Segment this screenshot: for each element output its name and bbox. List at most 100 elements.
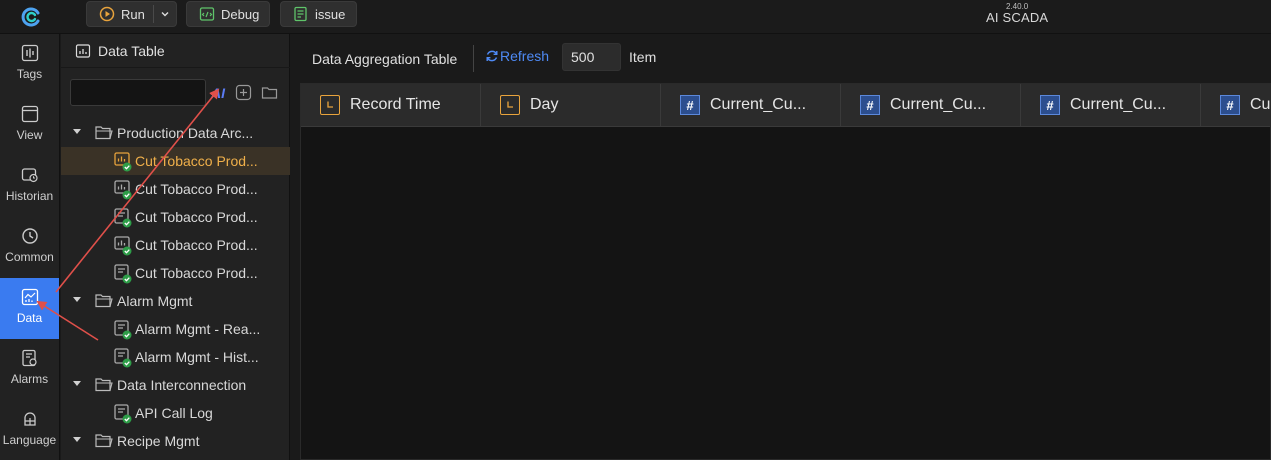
doc-check-icon	[114, 320, 132, 340]
nav-label-data: Data	[16, 311, 43, 325]
tree-leaf-cut-tobacco-3[interactable]: Cut Tobacco Prod...	[61, 203, 290, 231]
tree-group-alarm-mgmt[interactable]: Alarm Mgmt	[61, 287, 290, 315]
tree-search-input[interactable]	[70, 79, 206, 106]
language-icon	[21, 410, 39, 428]
row-count-input[interactable]	[562, 43, 621, 71]
panel-header: Data Table	[61, 34, 290, 68]
history-icon	[21, 166, 39, 184]
tree-leaf-api-call-log[interactable]: API Call Log	[61, 399, 290, 427]
nav-item-view[interactable]: View	[0, 95, 59, 156]
doc-check-icon	[114, 264, 132, 284]
column-label: Cu	[1250, 96, 1271, 113]
column-label: Day	[530, 96, 559, 113]
tree-label: Cut Tobacco Prod...	[135, 237, 258, 253]
ai-icon[interactable]: AI	[211, 85, 225, 101]
debug-label: Debug	[221, 6, 260, 22]
item-label: Item	[629, 49, 657, 65]
app-title: AI SCADA	[986, 10, 1049, 25]
nav-item-common[interactable]: Common	[0, 217, 59, 278]
column-header-current-2[interactable]: # Current_Cu...	[841, 84, 1021, 126]
main-area: Data Aggregation Table Refresh Item Reco…	[290, 34, 1271, 460]
refresh-button[interactable]: Refresh	[485, 48, 549, 64]
table-check-icon	[114, 180, 132, 200]
time-type-icon	[320, 95, 340, 115]
issue-icon	[293, 6, 309, 22]
folder-open-icon	[95, 378, 113, 392]
run-label: Run	[121, 6, 145, 22]
issue-label: issue	[315, 6, 346, 22]
caret-down-icon[interactable]	[73, 381, 81, 386]
tree-leaf-alarm-history[interactable]: Alarm Mgmt - Hist...	[61, 343, 290, 371]
debug-button[interactable]: Debug	[186, 1, 270, 27]
table-title: Data Aggregation Table	[312, 51, 458, 67]
column-header-record-time[interactable]: Record Time	[301, 84, 481, 126]
table-icon	[75, 43, 91, 59]
refresh-icon	[486, 50, 498, 62]
tree-label: Alarm Mgmt - Rea...	[135, 321, 261, 337]
issue-button[interactable]: issue	[280, 1, 357, 27]
tree-leaf-cut-tobacco-1[interactable]: Cut Tobacco Prod...	[61, 147, 290, 175]
nav-label-language: Language	[2, 433, 57, 447]
add-icon[interactable]	[235, 84, 252, 101]
nav-item-tags[interactable]: Tags	[0, 34, 59, 95]
time-type-icon	[500, 95, 520, 115]
play-icon	[99, 6, 115, 22]
app-root: Run Debug issue 2.40.0 AI SCADA Tags Vie…	[0, 0, 1271, 460]
run-button[interactable]: Run	[86, 1, 177, 27]
nav-item-alarms[interactable]: Alarms	[0, 339, 59, 400]
nav-item-language[interactable]: Language	[0, 400, 59, 460]
chevron-down-icon[interactable]	[157, 6, 173, 22]
alarm-doc-icon	[21, 349, 39, 367]
column-label: Record Time	[350, 96, 441, 113]
clock-icon	[21, 227, 39, 245]
number-type-icon: #	[1040, 95, 1060, 115]
column-label: Current_Cu...	[890, 96, 987, 113]
tree-group-recipe-mgmt[interactable]: Recipe Mgmt	[61, 427, 290, 455]
chart-icon	[21, 288, 39, 306]
tree-leaf-alarm-realtime[interactable]: Alarm Mgmt - Rea...	[61, 315, 290, 343]
debug-icon	[199, 6, 215, 22]
caret-down-icon[interactable]	[73, 129, 81, 134]
nav-label-historian: Historian	[5, 189, 54, 203]
number-type-icon: #	[680, 95, 700, 115]
nav-item-data[interactable]: Data	[0, 278, 59, 339]
tree-label: Recipe Mgmt	[117, 433, 200, 449]
folder-icon[interactable]	[261, 84, 278, 101]
data-grid: Record Time Day # Current_Cu... # Curren…	[300, 83, 1271, 460]
left-nav: Tags View Historian Common Data Alarms L…	[0, 34, 60, 460]
main-toolbar: Data Aggregation Table Refresh Item	[290, 34, 1271, 82]
app-logo-icon	[21, 7, 40, 27]
column-header-current-3[interactable]: # Current_Cu...	[1021, 84, 1201, 126]
number-type-icon: #	[860, 95, 880, 115]
caret-down-icon[interactable]	[73, 437, 81, 442]
folder-open-icon	[95, 294, 113, 308]
tree-group-data-interconnection[interactable]: Data Interconnection	[61, 371, 290, 399]
tree-label: API Call Log	[135, 405, 213, 421]
panel-title: Data Table	[98, 42, 165, 59]
tree-label: Cut Tobacco Prod...	[135, 265, 258, 281]
tree-group-production[interactable]: Production Data Arc...	[61, 119, 290, 147]
tree-leaf-cut-tobacco-5[interactable]: Cut Tobacco Prod...	[61, 259, 290, 287]
refresh-label: Refresh	[500, 48, 550, 64]
column-label: Current_Cu...	[1070, 96, 1167, 113]
column-label: Current_Cu...	[710, 96, 807, 113]
run-divider	[153, 5, 154, 23]
tree-label: Cut Tobacco Prod...	[135, 209, 258, 225]
tree-label: Alarm Mgmt - Hist...	[135, 349, 259, 365]
tree-leaf-cut-tobacco-2[interactable]: Cut Tobacco Prod...	[61, 175, 290, 203]
column-header-day[interactable]: Day	[481, 84, 661, 126]
tree-leaf-cut-tobacco-4[interactable]: Cut Tobacco Prod...	[61, 231, 290, 259]
column-header-current-1[interactable]: # Current_Cu...	[661, 84, 841, 126]
column-header-current-4[interactable]: # Cu	[1201, 84, 1271, 126]
caret-down-icon[interactable]	[73, 297, 81, 302]
nav-label-alarms: Alarms	[10, 372, 49, 386]
doc-check-icon	[114, 348, 132, 368]
tree-label: Data Interconnection	[117, 377, 247, 393]
folder-open-icon	[95, 434, 113, 448]
waveform-icon	[21, 44, 39, 62]
nav-label-view: View	[16, 128, 43, 142]
nav-item-historian[interactable]: Historian	[0, 156, 59, 217]
number-type-icon: #	[1220, 95, 1240, 115]
tree-label: Cut Tobacco Prod...	[135, 181, 258, 197]
nav-label-common: Common	[5, 250, 54, 264]
